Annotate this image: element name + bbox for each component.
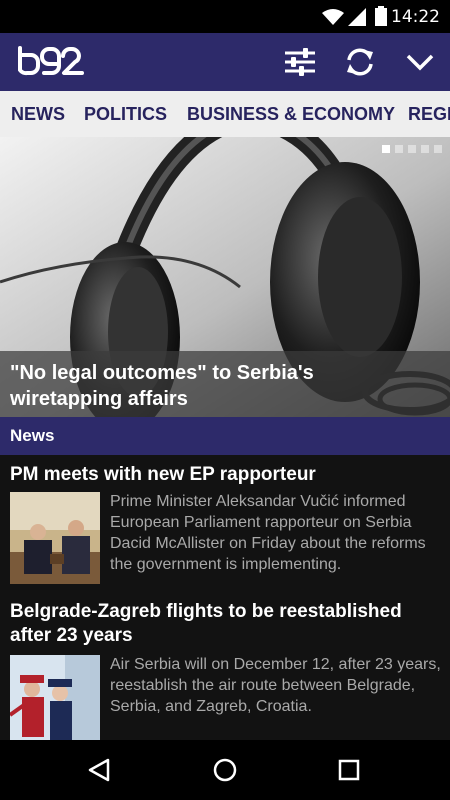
hero-caption[interactable]: "No legal outcomes" to Serbia's wiretapp…	[0, 351, 450, 417]
home-circle-icon	[213, 758, 237, 782]
clock: 14:22	[391, 7, 440, 27]
filter-button[interactable]	[282, 44, 318, 80]
b92-logo[interactable]	[16, 46, 84, 76]
article-summary: Prime Minister Aleksandar Vučić informed…	[110, 493, 426, 573]
article-item[interactable]: Belgrade-Zagreb flights to be reestablis…	[0, 592, 450, 747]
carousel-dot[interactable]	[434, 145, 442, 153]
tab-business-economy[interactable]: BUSINESS & ECONOMY	[187, 91, 395, 137]
refresh-icon	[347, 48, 373, 76]
section-header: News	[0, 417, 450, 455]
article-title[interactable]: PM meets with new EP rapporteur	[10, 463, 440, 487]
back-button[interactable]	[77, 750, 121, 790]
carousel-indicator	[382, 145, 442, 153]
chevron-down-icon	[406, 54, 434, 71]
hero-carousel[interactable]: "No legal outcomes" to Serbia's wiretapp…	[0, 137, 450, 417]
tab-region[interactable]: REGION	[408, 91, 450, 137]
article-summary: Air Serbia will on December 12, after 23…	[110, 656, 441, 715]
tab-news[interactable]: NEWS	[11, 91, 65, 137]
recents-button[interactable]	[327, 750, 371, 790]
section-title: News	[10, 426, 55, 445]
category-tabs: NEWS POLITICS BUSINESS & ECONOMY REGION	[0, 91, 450, 137]
signal-icon	[348, 8, 366, 26]
filter-sliders-icon	[285, 48, 315, 76]
refresh-button[interactable]	[342, 44, 378, 80]
home-button[interactable]	[203, 750, 247, 790]
battery-icon	[375, 6, 387, 26]
status-bar: 14:22	[0, 0, 450, 33]
carousel-dot[interactable]	[408, 145, 416, 153]
system-nav-bar	[0, 740, 450, 800]
article-thumbnail	[10, 492, 100, 584]
more-menu-button[interactable]	[402, 44, 438, 80]
recents-square-icon	[338, 759, 360, 781]
tab-politics[interactable]: POLITICS	[84, 91, 167, 137]
article-item[interactable]: PM meets with new EP rapporteur Prime Mi…	[0, 455, 450, 592]
back-triangle-icon	[88, 758, 110, 782]
carousel-dot[interactable]	[395, 145, 403, 153]
hero-headline[interactable]: "No legal outcomes" to Serbia's wiretapp…	[10, 360, 430, 412]
article-title[interactable]: Belgrade-Zagreb flights to be reestablis…	[10, 600, 440, 648]
carousel-dot[interactable]	[382, 145, 390, 153]
carousel-dot[interactable]	[421, 145, 429, 153]
article-thumbnail	[10, 655, 100, 747]
wifi-icon	[322, 9, 344, 25]
app-bar	[0, 33, 450, 91]
